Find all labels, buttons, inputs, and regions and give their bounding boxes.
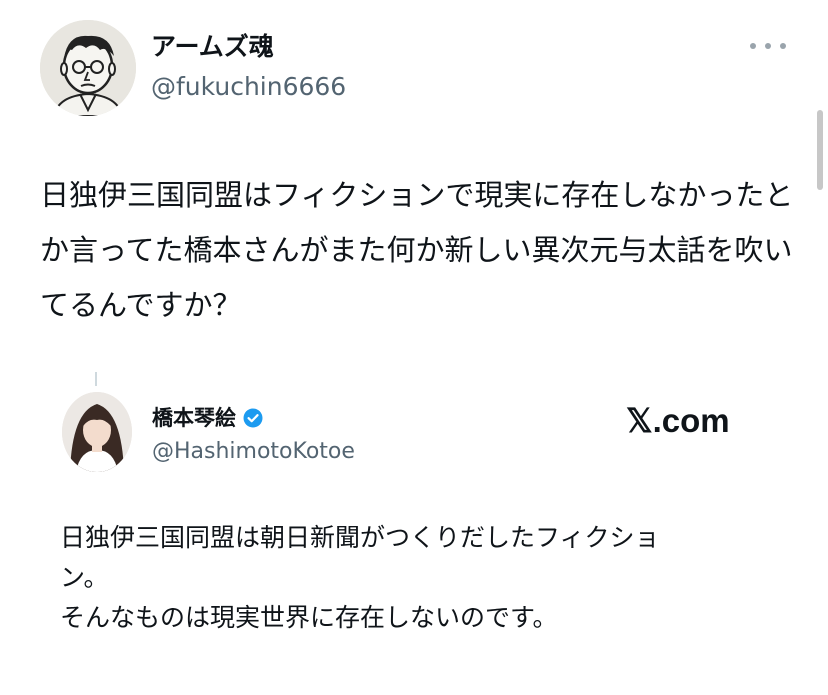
quoted-author-avatar[interactable] [62,392,132,472]
quoted-author-handle[interactable]: @HashimotoKotoe [152,437,355,467]
quoted-text-line: そんなものは現実世界に存在しないのです。 [60,603,558,632]
scrollbar[interactable] [817,110,823,190]
author-display-name[interactable]: アームズ魂 [151,30,274,64]
source-label: 𝕏.com [626,402,730,439]
quoted-author-display-name[interactable]: 橋本琴絵 [152,403,236,433]
portrait-photo-icon [62,392,132,472]
verified-badge-icon [243,408,263,428]
author-handle[interactable]: @fukuchin6666 [151,70,346,104]
quoted-text-line: ン。 [60,563,109,592]
quoted-text-line: 日独伊三国同盟は朝日新聞がつくりだしたフィクショ [60,523,660,552]
thread-line [95,372,97,386]
cartoon-face-icon [40,20,136,116]
tweet-text: 日独伊三国同盟はフィクションで現実に存在しなかったとか言ってた橋本さんがまた何か… [40,178,794,322]
more-options-icon[interactable] [750,33,786,59]
quoted-author-name-row[interactable]: 橋本琴絵 [152,403,263,433]
author-avatar[interactable] [40,20,136,116]
quoted-tweet-text: 日独伊三国同盟は朝日新聞がつくりだしたフィクショ ン。 そんなものは現実世界に存… [60,518,780,638]
